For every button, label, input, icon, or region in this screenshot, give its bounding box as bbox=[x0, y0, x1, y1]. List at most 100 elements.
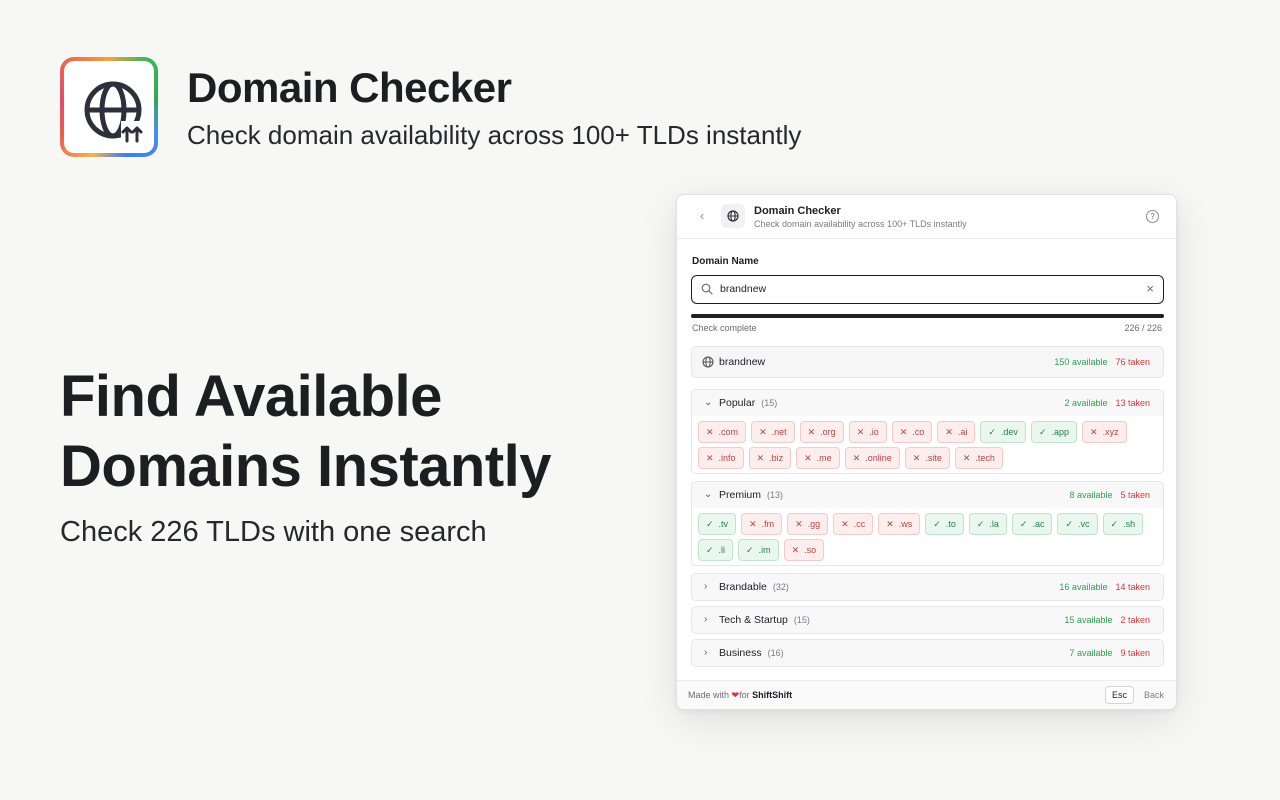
tld-group-count: (32) bbox=[772, 582, 789, 592]
chevron-right-icon[interactable]: › bbox=[704, 614, 707, 626]
tld-chip-taken[interactable]: ✕ .xyz bbox=[1082, 421, 1127, 443]
group-taken-count: 5 taken bbox=[1120, 490, 1150, 500]
tld-chip-available[interactable]: ✓ .im bbox=[738, 539, 779, 561]
hero-subtitle: Check domain availability across 100+ TL… bbox=[187, 120, 802, 150]
tld-label: .io bbox=[869, 427, 879, 437]
group-taken-count: 13 taken bbox=[1115, 398, 1150, 408]
tld-chip-available[interactable]: ✓ .app bbox=[1030, 421, 1078, 443]
tld-group-header[interactable]: ⌄ Premium (13) 8 available 5 taken bbox=[692, 482, 1163, 508]
tld-group: › Brandable (32) 16 available 14 taken bbox=[691, 573, 1164, 601]
extension-popup: ‹ Domain Checker Check domain availabili… bbox=[676, 194, 1177, 710]
globe-upload-icon bbox=[84, 81, 145, 145]
tld-chip-available[interactable]: ✓ .la bbox=[968, 513, 1007, 535]
tld-chip-available[interactable]: ✓ .dev bbox=[980, 421, 1026, 443]
tld-chip-taken[interactable]: ✕ .me bbox=[796, 447, 840, 469]
tld-chip-list: ✕ .com ✕ .net ✕ .org ✕ .io ✕ .co ✕ .ai ✓ .dev ✓ .app ✕ .x… bbox=[692, 416, 1163, 473]
popup-footer: Made with ❤for ShiftShift Esc Back bbox=[677, 680, 1176, 709]
tld-chip-taken[interactable]: ✕ .org bbox=[799, 421, 844, 443]
tld-chip-available[interactable]: ✓ .li bbox=[698, 539, 734, 561]
help-icon[interactable]: ? bbox=[1146, 210, 1159, 223]
tld-chip-list: ✓ .tv ✕ .fm ✕ .gg ✕ .cc ✕ .ws ✓ .to ✓ .la ✓ .ac ✓ .vc ✓ .sh… bbox=[692, 508, 1163, 565]
tld-chip-available[interactable]: ✓ .tv bbox=[698, 513, 737, 535]
tld-chip-available[interactable]: ✓ .ac bbox=[1011, 513, 1053, 535]
made-with-label: Made with bbox=[688, 690, 730, 700]
check-icon: ✓ bbox=[1065, 518, 1074, 529]
tld-group-count: (15) bbox=[793, 615, 810, 625]
tld-label: .info bbox=[718, 453, 736, 463]
tld-label: .so bbox=[804, 545, 817, 555]
x-icon: ✕ bbox=[749, 518, 757, 529]
tld-group: ⌄ Popular (15) 2 available 13 taken ✕ .com ✕ .ne… bbox=[691, 389, 1164, 474]
tld-chip-taken[interactable]: ✕ .fm bbox=[741, 513, 783, 535]
tld-group-name: Premium (13) bbox=[719, 489, 784, 501]
check-icon: ✓ bbox=[706, 544, 714, 555]
tld-chip-taken[interactable]: ✕ .io bbox=[848, 421, 887, 443]
group-taken-count: 14 taken bbox=[1115, 582, 1150, 592]
tld-chip-taken[interactable]: ✕ .online bbox=[844, 447, 900, 469]
tld-group-count: (16) bbox=[767, 648, 784, 658]
domain-summary-row[interactable]: brandnew 150 available 76 taken bbox=[691, 346, 1164, 378]
x-icon: ✕ bbox=[886, 518, 894, 529]
tld-group-name: Business (16) bbox=[719, 647, 784, 659]
search-value[interactable]: brandnew bbox=[720, 283, 766, 295]
made-with-text: Made with ❤for ShiftShift bbox=[688, 690, 792, 701]
esc-key-hint[interactable]: Esc bbox=[1104, 686, 1134, 704]
progress-status: Check complete bbox=[692, 323, 757, 333]
chevron-right-icon[interactable]: › bbox=[704, 647, 707, 659]
tld-group-count: (13) bbox=[767, 490, 784, 500]
tld-group-header[interactable]: › Business (16) 7 available 9 taken bbox=[692, 640, 1163, 666]
check-icon: ✓ bbox=[706, 518, 714, 529]
tld-label: .dev bbox=[1000, 427, 1018, 437]
tld-label: .gg bbox=[807, 519, 821, 529]
brand-link[interactable]: ShiftShift bbox=[752, 690, 792, 700]
globe-icon bbox=[721, 204, 745, 228]
tld-label: .vc bbox=[1078, 519, 1090, 529]
tld-chip-taken[interactable]: ✕ .com bbox=[698, 421, 747, 443]
domain-search-input[interactable]: brandnew × bbox=[691, 275, 1164, 304]
tld-group-header[interactable]: › Brandable (32) 16 available 14 taken bbox=[692, 574, 1163, 600]
tld-label: .sh bbox=[1123, 519, 1136, 529]
chevron-down-icon[interactable]: ⌄ bbox=[704, 489, 712, 501]
tld-label: .to bbox=[945, 519, 956, 529]
group-available-count: 2 available bbox=[1064, 398, 1108, 408]
x-icon: ✕ bbox=[856, 426, 865, 437]
tld-label: .me bbox=[816, 453, 832, 463]
tld-chip-taken[interactable]: ✕ .cc bbox=[833, 513, 874, 535]
tld-chip-available[interactable]: ✓ .sh bbox=[1102, 513, 1144, 535]
tld-group: › Tech & Startup (15) 15 available 2 taken bbox=[691, 606, 1164, 634]
x-icon: ✕ bbox=[807, 426, 816, 437]
tld-chip-taken[interactable]: ✕ .so bbox=[783, 539, 825, 561]
tld-chip-taken[interactable]: ✕ .ws bbox=[878, 513, 921, 535]
tld-group-header[interactable]: ⌄ Popular (15) 2 available 13 taken bbox=[692, 390, 1163, 416]
search-icon bbox=[701, 283, 713, 295]
tld-group: ⌄ Premium (13) 8 available 5 taken ✓ .tv ✕ .fm ✕.… bbox=[691, 481, 1164, 566]
tld-chip-taken[interactable]: ✕ .site bbox=[904, 447, 950, 469]
chevron-down-icon[interactable]: ⌄ bbox=[704, 397, 712, 409]
tld-chip-taken[interactable]: ✕ .ai bbox=[937, 421, 976, 443]
progress-bar bbox=[691, 314, 1164, 318]
tld-chip-taken[interactable]: ✕ .info bbox=[698, 447, 744, 469]
x-icon: ✕ bbox=[759, 426, 767, 437]
tld-label: .org bbox=[820, 427, 836, 437]
chevron-right-icon[interactable]: › bbox=[704, 581, 707, 593]
x-icon: ✕ bbox=[1090, 426, 1098, 437]
tld-group-header[interactable]: › Tech & Startup (15) 15 available 2 taken bbox=[692, 607, 1163, 633]
progress-count: 226 / 226 bbox=[1124, 323, 1162, 333]
tld-label: .xyz bbox=[1102, 427, 1119, 437]
tld-label: .ac bbox=[1032, 519, 1045, 529]
tld-chip-available[interactable]: ✓ .vc bbox=[1057, 513, 1098, 535]
tld-chip-taken[interactable]: ✕ .co bbox=[891, 421, 933, 443]
domain-name-label: Domain Name bbox=[692, 256, 759, 267]
group-available-count: 7 available bbox=[1069, 648, 1113, 658]
back-chevron-icon[interactable]: ‹ bbox=[695, 208, 709, 224]
summary-taken-count: 76 taken bbox=[1115, 357, 1150, 367]
hero-title: Domain Checker bbox=[187, 64, 512, 111]
tld-chip-taken[interactable]: ✕ .gg bbox=[787, 513, 829, 535]
tld-chip-available[interactable]: ✓ .to bbox=[925, 513, 964, 535]
tld-chip-taken[interactable]: ✕ .net bbox=[751, 421, 795, 443]
clear-icon[interactable]: × bbox=[1146, 281, 1154, 297]
tld-chip-taken[interactable]: ✕ .biz bbox=[748, 447, 792, 469]
tld-label: .tv bbox=[718, 519, 729, 529]
x-icon: ✕ bbox=[756, 452, 765, 463]
tld-chip-taken[interactable]: ✕ .tech bbox=[954, 447, 1003, 469]
